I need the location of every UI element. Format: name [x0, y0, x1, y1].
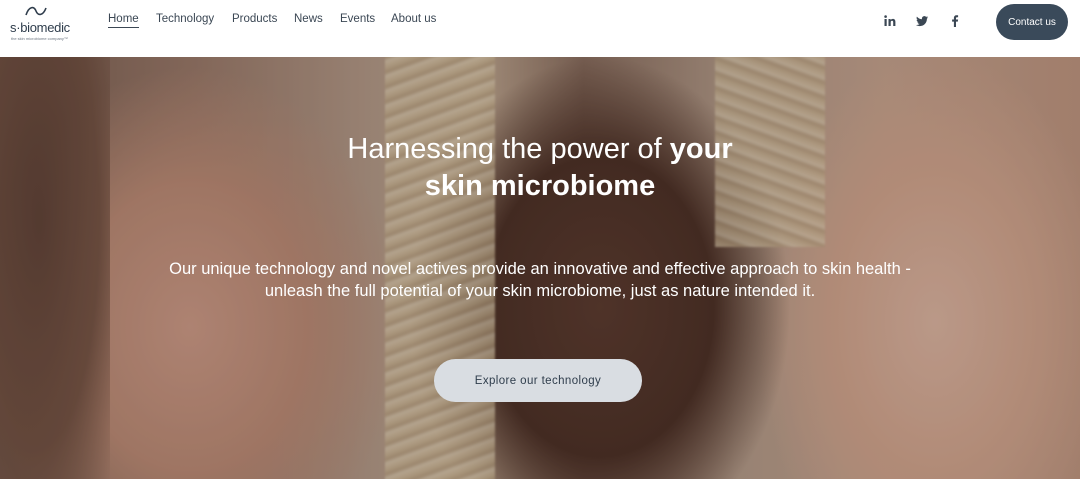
hero-title: Harnessing the power of your skin microb… — [0, 131, 1080, 205]
nav-about-us[interactable]: About us — [391, 13, 436, 25]
logo-tagline: the skin microbiome company™ — [11, 36, 68, 41]
hero-title-bold-1: your — [669, 133, 733, 165]
nav-products[interactable]: Products — [232, 13, 277, 25]
hero-title-bold-2: skin microbiome — [424, 170, 656, 202]
logo-text: s·biomedic — [10, 20, 70, 35]
nav-events[interactable]: Events — [340, 13, 375, 25]
nav-news[interactable]: News — [294, 13, 323, 25]
logo-wave-icon — [25, 6, 47, 16]
nav-home[interactable]: Home — [108, 13, 139, 28]
site-header: s·biomedic the skin microbiome company™ … — [0, 0, 1080, 57]
explore-technology-button[interactable]: Explore our technology — [434, 359, 642, 402]
hero-description: Our unique technology and novel actives … — [169, 260, 911, 300]
hero-title-regular: Harnessing the power of — [347, 133, 670, 165]
linkedin-icon[interactable] — [883, 14, 897, 28]
nav-technology[interactable]: Technology — [156, 13, 214, 25]
contact-us-button[interactable]: Contact us — [996, 4, 1068, 40]
logo[interactable]: s·biomedic the skin microbiome company™ — [10, 4, 74, 44]
facebook-icon[interactable] — [948, 14, 962, 28]
twitter-icon[interactable] — [915, 14, 929, 28]
hero-section: Harnessing the power of your skin microb… — [0, 57, 1080, 479]
